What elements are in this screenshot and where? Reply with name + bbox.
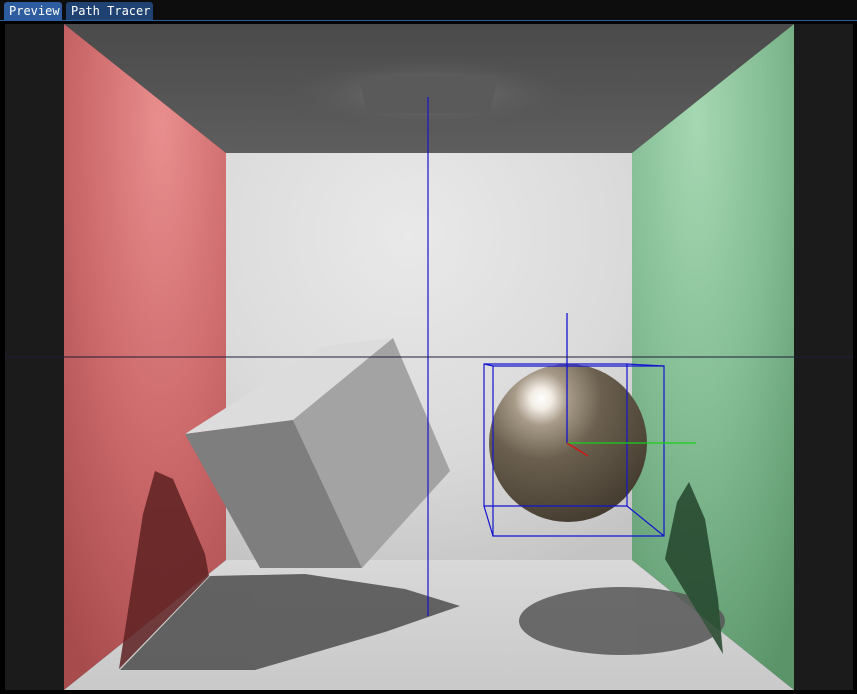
tab-bar: Preview Path Tracer (0, 0, 857, 21)
tab-preview[interactable]: Preview (4, 2, 62, 20)
application-window: Preview Path Tracer (0, 0, 857, 694)
render-viewport[interactable] (5, 24, 853, 690)
tab-path-tracer[interactable]: Path Tracer (66, 2, 153, 20)
